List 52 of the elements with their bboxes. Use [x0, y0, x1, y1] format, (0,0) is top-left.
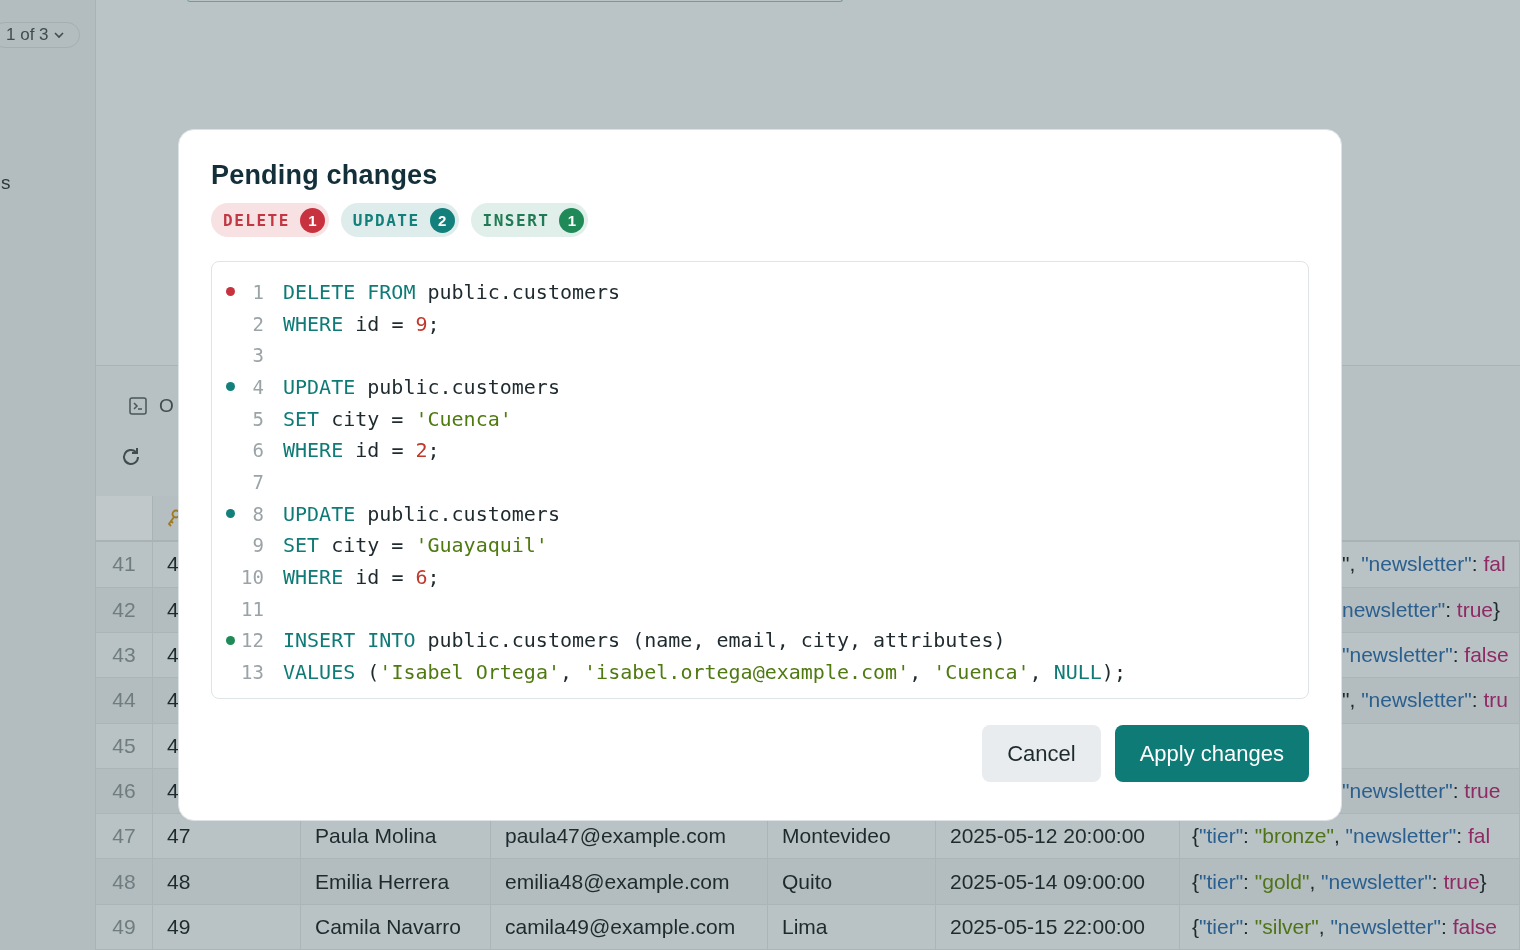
table-cell: 2025-05-15 22:00:00: [936, 904, 1180, 949]
code-line: UPDATE public.customers: [283, 501, 560, 526]
table-cell: Emilia Herrera: [301, 859, 491, 904]
row-number: 44: [96, 678, 153, 723]
line-number: 4: [251, 375, 264, 398]
dialog-title: Pending changes: [211, 160, 439, 191]
table-cell: emilia48@example.com: [491, 859, 768, 904]
badge-label: DELETE: [223, 210, 290, 230]
line-number: 12: [240, 629, 264, 652]
table-cell: Quito: [768, 859, 936, 904]
line-number: 10: [240, 566, 264, 589]
code-line: UPDATE public.customers: [283, 374, 560, 399]
apply-button[interactable]: Apply changes: [1114, 725, 1309, 782]
line-number: 8: [251, 502, 264, 525]
line-number: 7: [251, 470, 264, 493]
line-number: 6: [251, 439, 264, 462]
row-number: 46: [96, 768, 153, 814]
row-number: 43: [96, 632, 153, 678]
table-cell: 48: [153, 859, 301, 904]
table-cell: 49: [153, 904, 301, 949]
row-number: 45: [96, 723, 153, 768]
code-line: SET city = 'Cuenca': [283, 406, 512, 431]
panel-tab[interactable]: O: [159, 395, 174, 418]
table-cell: Camila Navarro: [301, 904, 491, 949]
table-cell: 2025-05-14 09:00:00: [936, 859, 1180, 904]
badge-label: UPDATE: [352, 210, 420, 230]
sidebar-label: s: [1, 172, 11, 194]
terminal-icon: [129, 397, 147, 416]
badge-label: INSERT: [482, 210, 550, 230]
row-number: 47: [96, 814, 153, 859]
table-cell: {"tier": "gold", "newsletter": true}: [1180, 859, 1520, 904]
line-number: 5: [251, 407, 264, 430]
row-number: 42: [96, 587, 153, 632]
cancel-button[interactable]: Cancel: [982, 725, 1101, 782]
count-badge: 1: [299, 207, 325, 233]
row-number: 48: [96, 859, 153, 904]
table-cell: {"tier": "silver", "newsletter": false: [1180, 904, 1520, 949]
code-line: WHERE id = 9;: [283, 311, 440, 336]
chevron-down-icon: [52, 31, 65, 39]
table-cell: camila49@example.com: [491, 904, 768, 949]
line-number: 11: [240, 597, 264, 620]
table-cell: Lima: [768, 904, 936, 949]
line-number: 3: [251, 344, 264, 367]
key-icon: [167, 509, 181, 528]
row-number: 49: [96, 904, 153, 949]
row-number: 41: [96, 542, 153, 587]
line-number: 2: [251, 312, 264, 335]
code-line: WHERE id = 2;: [283, 438, 440, 463]
count-badge: 1: [559, 207, 585, 233]
line-number: 1: [251, 280, 264, 303]
count-badge: 2: [429, 207, 455, 233]
code-line: DELETE FROM public.customers: [283, 279, 621, 304]
